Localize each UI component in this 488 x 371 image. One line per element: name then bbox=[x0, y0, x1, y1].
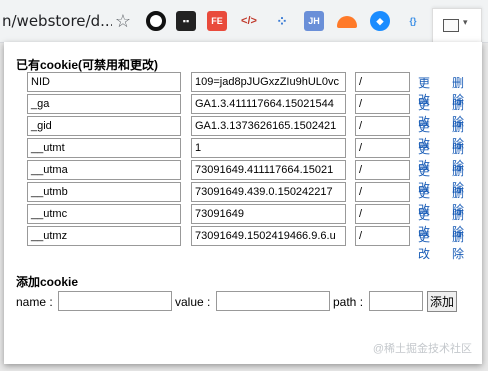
delete-cookie-link[interactable]: 删除 bbox=[452, 228, 464, 262]
path-label: path : bbox=[333, 295, 364, 309]
watermark: @稀土掘金技术社区 bbox=[372, 343, 472, 355]
cookie-name-field[interactable]: __utmb bbox=[27, 182, 181, 202]
cookie-path-field[interactable]: / bbox=[355, 116, 410, 136]
cookie-value-field[interactable]: 73091649.439.0.150242217 bbox=[191, 182, 346, 202]
cookie-name-field[interactable]: _gid bbox=[27, 116, 181, 136]
diamond-extension-icon[interactable]: ◆ bbox=[370, 11, 390, 31]
cookie-popup: 已有cookie(可禁用和更改) NID 109=jad8pJUGxzZIu9hU… bbox=[4, 42, 482, 364]
cookie-value-field[interactable]: 73091649.411117664.15021 bbox=[191, 160, 346, 180]
cookie-name-field[interactable]: NID bbox=[27, 72, 181, 92]
code-extension-icon[interactable]: </> bbox=[239, 11, 259, 31]
cookie-value-field[interactable]: 109=jad8pJUGxzZIu9hUL0vc bbox=[191, 72, 346, 92]
image-icon bbox=[443, 19, 459, 32]
cookie-name-field[interactable]: __utmc bbox=[27, 204, 181, 224]
edit-cookie-link[interactable]: 更改 bbox=[418, 228, 430, 262]
cookie-name-field[interactable]: __utmz bbox=[27, 226, 181, 246]
cookie-name-field[interactable]: __utmt bbox=[27, 138, 181, 158]
jh-extension-icon[interactable]: JH bbox=[304, 11, 324, 31]
json-extension-icon[interactable]: {} bbox=[403, 11, 423, 31]
cloud-extension-icon[interactable] bbox=[337, 16, 357, 28]
molecule-extension-icon[interactable]: ⁘ bbox=[272, 11, 292, 31]
cookie-path-field[interactable]: / bbox=[355, 72, 410, 92]
cookie-extension-button[interactable]: ▾ bbox=[432, 8, 482, 43]
browser-toolbar: n/webstore/d... ☆ ▪▪ FE </> ⁘ JH ◆ {} ▾ bbox=[0, 0, 488, 43]
obs-like-extension-icon[interactable] bbox=[146, 11, 166, 31]
cookie-value-field[interactable]: 73091649.1502419466.9.6.u bbox=[191, 226, 346, 246]
value-input[interactable] bbox=[216, 291, 330, 311]
cookie-name-field[interactable]: __utma bbox=[27, 160, 181, 180]
name-label: name : bbox=[16, 295, 53, 309]
existing-cookie-title: 已有cookie(可禁用和更改) bbox=[16, 58, 159, 72]
cookie-value-field[interactable]: GA1.3.1373626165.1502421 bbox=[191, 116, 346, 136]
cookie-path-field[interactable]: / bbox=[355, 94, 410, 114]
chevron-down-icon: ▾ bbox=[463, 17, 468, 27]
add-cookie-title: 添加cookie bbox=[16, 275, 79, 289]
cookie-value-field[interactable]: 1 bbox=[191, 138, 346, 158]
bookmark-star-icon[interactable]: ☆ bbox=[112, 9, 134, 33]
cookie-path-field[interactable]: / bbox=[355, 160, 410, 180]
cookie-path-field[interactable]: / bbox=[355, 204, 410, 224]
value-label: value : bbox=[175, 295, 211, 309]
cookie-path-field[interactable]: / bbox=[355, 226, 410, 246]
fe-helper-extension-icon[interactable]: FE bbox=[207, 11, 227, 31]
add-cookie-button[interactable]: 添加 bbox=[427, 291, 457, 312]
path-input[interactable] bbox=[369, 291, 423, 311]
bitdefender-extension-icon[interactable]: ▪▪ bbox=[176, 11, 196, 31]
cookie-path-field[interactable]: / bbox=[355, 182, 410, 202]
cookie-name-field[interactable]: _ga bbox=[27, 94, 181, 114]
cookie-value-field[interactable]: 73091649 bbox=[191, 204, 346, 224]
cookie-path-field[interactable]: / bbox=[355, 138, 410, 158]
cookie-value-field[interactable]: GA1.3.411117664.15021544 bbox=[191, 94, 346, 114]
name-input[interactable] bbox=[58, 291, 172, 311]
